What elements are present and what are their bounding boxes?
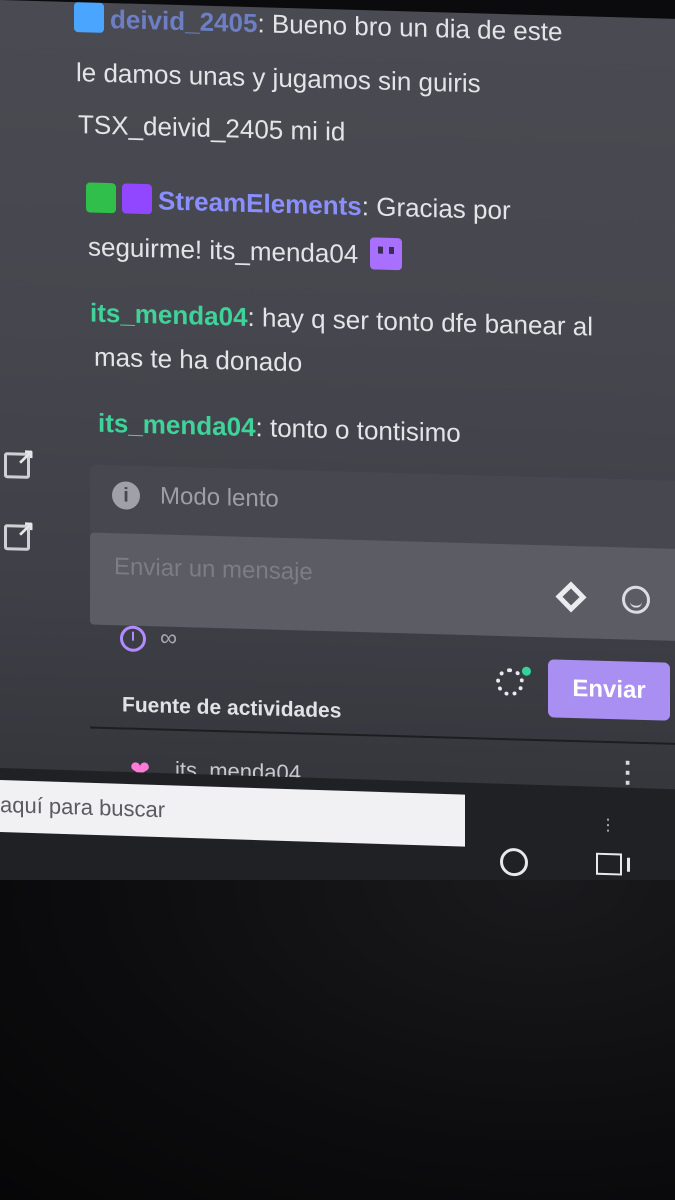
bits-icon[interactable]	[555, 581, 587, 613]
twitch-chat-screen: deivid_2405: Bueno bro un dia de este le…	[0, 0, 675, 799]
popout-icon[interactable]	[4, 524, 30, 551]
chat-username[interactable]: StreamElements	[158, 185, 362, 221]
popout-icon[interactable]	[4, 452, 30, 479]
verified-badge-icon	[122, 183, 152, 215]
chat-username[interactable]: its_menda04	[90, 298, 248, 332]
info-icon: i	[112, 481, 140, 510]
glitch-emote-icon	[370, 237, 403, 271]
timer-value: ∞	[160, 624, 178, 652]
divider	[90, 726, 675, 746]
sword-badge-icon	[86, 182, 116, 214]
chat-input-placeholder: Enviar un mensaje	[114, 553, 313, 586]
activity-feed-title: Fuente de actividades	[122, 693, 342, 723]
chat-message-input[interactable]: Enviar un mensaje	[90, 532, 675, 642]
chat-text: mas te ha donado	[94, 341, 303, 378]
chat-text: seguirme! its_menda04	[88, 231, 359, 270]
chat-text: le damos unas y jugamos sin guiris	[76, 57, 481, 99]
gear-icon[interactable]	[496, 667, 524, 697]
task-view-icon[interactable]	[596, 852, 622, 876]
more-options-icon[interactable]: · · ·	[624, 747, 633, 797]
chat-text: Bueno bro un dia de este	[271, 8, 563, 47]
monitor-bezel	[0, 880, 675, 1200]
chat-message-line: seguirme! its_menda04	[88, 228, 403, 273]
cortana-icon[interactable]	[500, 847, 528, 877]
chat-username[interactable]: deivid_2405	[110, 4, 257, 38]
chat-text: tonto o tontisimo	[269, 412, 461, 448]
taskbar-search-box[interactable]: aquí para buscar	[0, 780, 465, 847]
timer-icon[interactable]	[120, 625, 146, 653]
chat-text: Gracias por	[376, 191, 511, 226]
chat-text: TSX_deivid_2405 mi id	[78, 109, 346, 147]
slow-mode-label: Modo lento	[160, 482, 279, 513]
taskbar-search-placeholder: aquí para buscar	[0, 792, 166, 823]
crown-badge-icon	[74, 2, 104, 33]
send-button[interactable]: Enviar	[548, 659, 670, 721]
chat-text: hay q ser tonto dfe banear al	[261, 302, 593, 342]
chat-message: StreamElements: Gracias por	[86, 180, 511, 228]
notification-dot	[522, 666, 531, 676]
chat-message: its_menda04: hay q ser tonto dfe banear …	[90, 297, 593, 342]
chat-message: its_menda04: tonto o tontisimo	[98, 407, 461, 448]
emoji-icon[interactable]	[622, 585, 650, 615]
chat-message: deivid_2405: Bueno bro un dia de este	[74, 0, 562, 50]
chat-username[interactable]: its_menda04	[98, 408, 256, 442]
search-menu-icon[interactable]: ⋮	[600, 815, 616, 836]
